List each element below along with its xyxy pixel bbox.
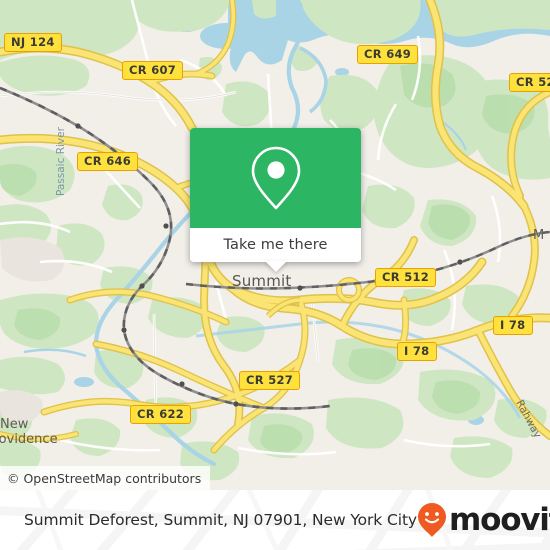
road-shield-cr-512[interactable]: CR 512	[375, 268, 437, 287]
road-shield-cr-649[interactable]: CR 649	[357, 45, 419, 64]
road-shield-cr-646[interactable]: CR 646	[77, 152, 139, 171]
map-canvas[interactable]: Summit New Providence Passaic River Rahw…	[0, 0, 550, 490]
road-shield-i-78-west[interactable]: I 78	[397, 342, 437, 361]
popup-action-bar[interactable]: Take me there	[190, 228, 361, 262]
take-me-there-button[interactable]: Take me there	[223, 237, 327, 253]
moovit-map-screen: Summit New Providence Passaic River Rahw…	[0, 0, 550, 550]
popup-header	[190, 128, 361, 228]
road-shield-cr-607[interactable]: CR 607	[122, 61, 184, 80]
map-pin-icon	[251, 146, 300, 210]
footer-bar: Summit Deforest, Summit, NJ 07901, New Y…	[0, 490, 550, 550]
osm-attribution[interactable]: © OpenStreetMap contributors	[0, 466, 211, 490]
road-shield-nj-124[interactable]: NJ 124	[4, 33, 62, 52]
road-shield-cr-527-ne[interactable]: CR 527	[509, 73, 550, 92]
footer-content: Summit Deforest, Summit, NJ 07901, New Y…	[0, 490, 550, 550]
moovit-logo[interactable]: moovit	[417, 502, 550, 538]
road-shield-cr-622[interactable]: CR 622	[130, 405, 192, 424]
popup-pointer-tail	[264, 261, 287, 272]
destination-popup-card[interactable]: Take me there	[190, 128, 361, 272]
road-shield-cr-527-s[interactable]: CR 527	[239, 371, 301, 390]
road-shield-i-78-east[interactable]: I 78	[493, 316, 533, 335]
moovit-smiley-pin-icon	[418, 503, 446, 537]
moovit-wordmark: moovit	[449, 501, 550, 538]
location-title: Summit Deforest, Summit, NJ 07901, New Y…	[24, 511, 417, 529]
